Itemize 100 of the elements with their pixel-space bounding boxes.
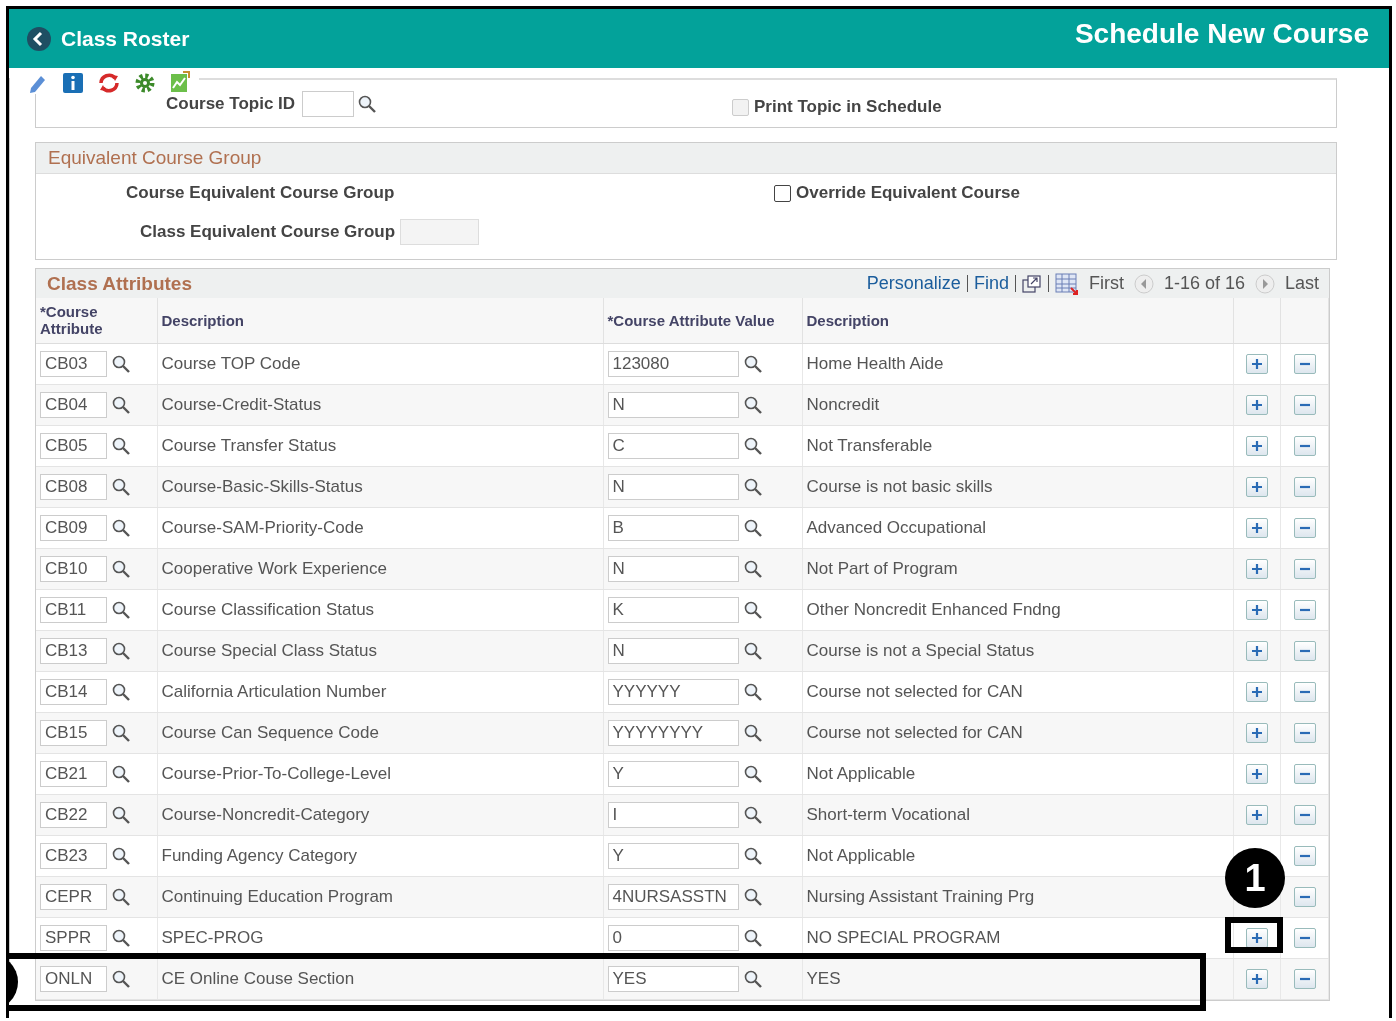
first-link[interactable]: First <box>1088 273 1124 294</box>
attribute-field[interactable]: CB14 <box>40 679 107 705</box>
attribute-field[interactable]: CB03 <box>40 351 107 377</box>
search-icon[interactable] <box>111 723 131 743</box>
value-field[interactable]: 4NURSASSTN <box>607 884 739 910</box>
search-icon[interactable] <box>742 436 763 456</box>
delete-row-button[interactable] <box>1293 558 1316 579</box>
value-field[interactable]: N <box>607 392 739 418</box>
search-icon[interactable] <box>742 723 763 743</box>
search-icon[interactable] <box>742 354 763 374</box>
search-icon[interactable] <box>742 682 763 702</box>
search-icon[interactable] <box>111 805 131 825</box>
value-field[interactable]: N <box>607 638 739 664</box>
value-field[interactable]: C <box>607 433 739 459</box>
value-field[interactable]: N <box>607 556 739 582</box>
search-icon[interactable] <box>357 94 378 114</box>
find-link[interactable]: Find <box>973 273 1009 294</box>
delete-row-button[interactable] <box>1293 517 1316 538</box>
search-icon[interactable] <box>111 436 131 456</box>
plus-icon <box>1251 972 1263 985</box>
search-icon[interactable] <box>742 887 763 907</box>
value-field[interactable]: Y <box>607 761 739 787</box>
search-icon[interactable] <box>111 518 131 538</box>
search-icon[interactable] <box>742 641 763 661</box>
new-window-icon[interactable] <box>1021 274 1042 293</box>
attribute-field[interactable]: ONLN <box>40 966 107 992</box>
search-icon[interactable] <box>742 764 763 784</box>
value-field[interactable]: K <box>607 597 739 623</box>
search-icon[interactable] <box>742 969 763 989</box>
value-field[interactable]: YYYYYY <box>607 679 739 705</box>
search-icon[interactable] <box>742 559 763 579</box>
attribute-field[interactable]: CB05 <box>40 433 107 459</box>
value-field[interactable]: B <box>607 515 739 541</box>
search-icon[interactable] <box>742 477 763 497</box>
search-icon[interactable] <box>111 600 131 620</box>
attribute-field[interactable]: CB10 <box>40 556 107 582</box>
search-icon[interactable] <box>742 928 763 948</box>
search-icon[interactable] <box>111 477 131 497</box>
delete-row-button[interactable] <box>1293 804 1316 825</box>
delete-row-button[interactable] <box>1293 763 1316 784</box>
delete-row-button[interactable] <box>1293 476 1316 497</box>
attribute-field[interactable]: CB08 <box>40 474 107 500</box>
search-icon[interactable] <box>111 928 131 948</box>
back-icon[interactable] <box>27 26 51 51</box>
topic-id-field[interactable] <box>302 91 355 117</box>
value-field[interactable]: 0 <box>607 925 739 951</box>
search-icon[interactable] <box>111 641 131 661</box>
delete-row-button[interactable] <box>1293 435 1316 456</box>
value-field[interactable]: YYYYYYYY <box>607 720 739 746</box>
search-icon[interactable] <box>111 559 131 579</box>
add-row-button[interactable] <box>1246 927 1268 948</box>
gear-icon[interactable] <box>134 72 156 94</box>
search-icon[interactable] <box>742 518 763 538</box>
chart-icon[interactable] <box>169 70 191 94</box>
attribute-field[interactable]: CB04 <box>40 392 107 418</box>
delete-row-button[interactable] <box>1293 722 1316 743</box>
attribute-field[interactable]: CB22 <box>40 802 107 828</box>
value-field[interactable]: 123080 <box>607 351 739 377</box>
search-icon[interactable] <box>111 846 131 866</box>
refresh-icon[interactable] <box>97 72 121 94</box>
value-field[interactable]: Y <box>607 843 739 869</box>
search-icon[interactable] <box>111 969 131 989</box>
table-cell: California Articulation Number <box>161 682 387 701</box>
delete-row-button[interactable] <box>1293 845 1316 866</box>
value-field[interactable]: N <box>607 474 739 500</box>
delete-row-button[interactable] <box>1293 681 1316 702</box>
delete-row-button[interactable] <box>1293 886 1316 907</box>
info-icon[interactable] <box>62 72 84 94</box>
delete-row-button[interactable] <box>1293 640 1316 661</box>
search-icon[interactable] <box>111 764 131 784</box>
search-icon[interactable] <box>742 805 763 825</box>
search-icon[interactable] <box>742 395 763 415</box>
attribute-field[interactable]: CEPR <box>40 884 107 910</box>
search-icon[interactable] <box>111 887 131 907</box>
value-field[interactable]: YES <box>607 966 739 992</box>
delete-row-button[interactable] <box>1293 394 1316 415</box>
search-icon[interactable] <box>111 395 131 415</box>
grid-download-icon[interactable] <box>1054 272 1079 295</box>
field-label: Course Topic ID <box>166 94 296 114</box>
search-icon[interactable] <box>111 354 131 374</box>
attribute-field[interactable]: CB15 <box>40 720 107 746</box>
personalize-link[interactable]: Personalize <box>866 273 961 294</box>
delete-row-button[interactable] <box>1293 927 1316 948</box>
search-icon[interactable] <box>111 682 131 702</box>
delete-row-button[interactable] <box>1293 968 1316 989</box>
attribute-field[interactable]: CB23 <box>40 843 107 869</box>
attribute-field[interactable]: CB11 <box>40 597 107 623</box>
last-link[interactable]: Last <box>1284 273 1319 294</box>
table-cell: Course Classification Status <box>161 600 375 619</box>
attribute-field[interactable]: CB21 <box>40 761 107 787</box>
delete-row-button[interactable] <box>1293 353 1316 374</box>
attribute-field[interactable]: SPPR <box>40 925 107 951</box>
attribute-field[interactable]: CB13 <box>40 638 107 664</box>
search-icon[interactable] <box>742 846 763 866</box>
value-field[interactable]: I <box>607 802 739 828</box>
search-icon[interactable] <box>742 600 763 620</box>
checkbox[interactable] <box>774 184 791 202</box>
delete-row-button[interactable] <box>1293 599 1316 620</box>
attribute-field[interactable]: CB09 <box>40 515 107 541</box>
table-cell: Course Can Sequence Code <box>161 723 379 742</box>
